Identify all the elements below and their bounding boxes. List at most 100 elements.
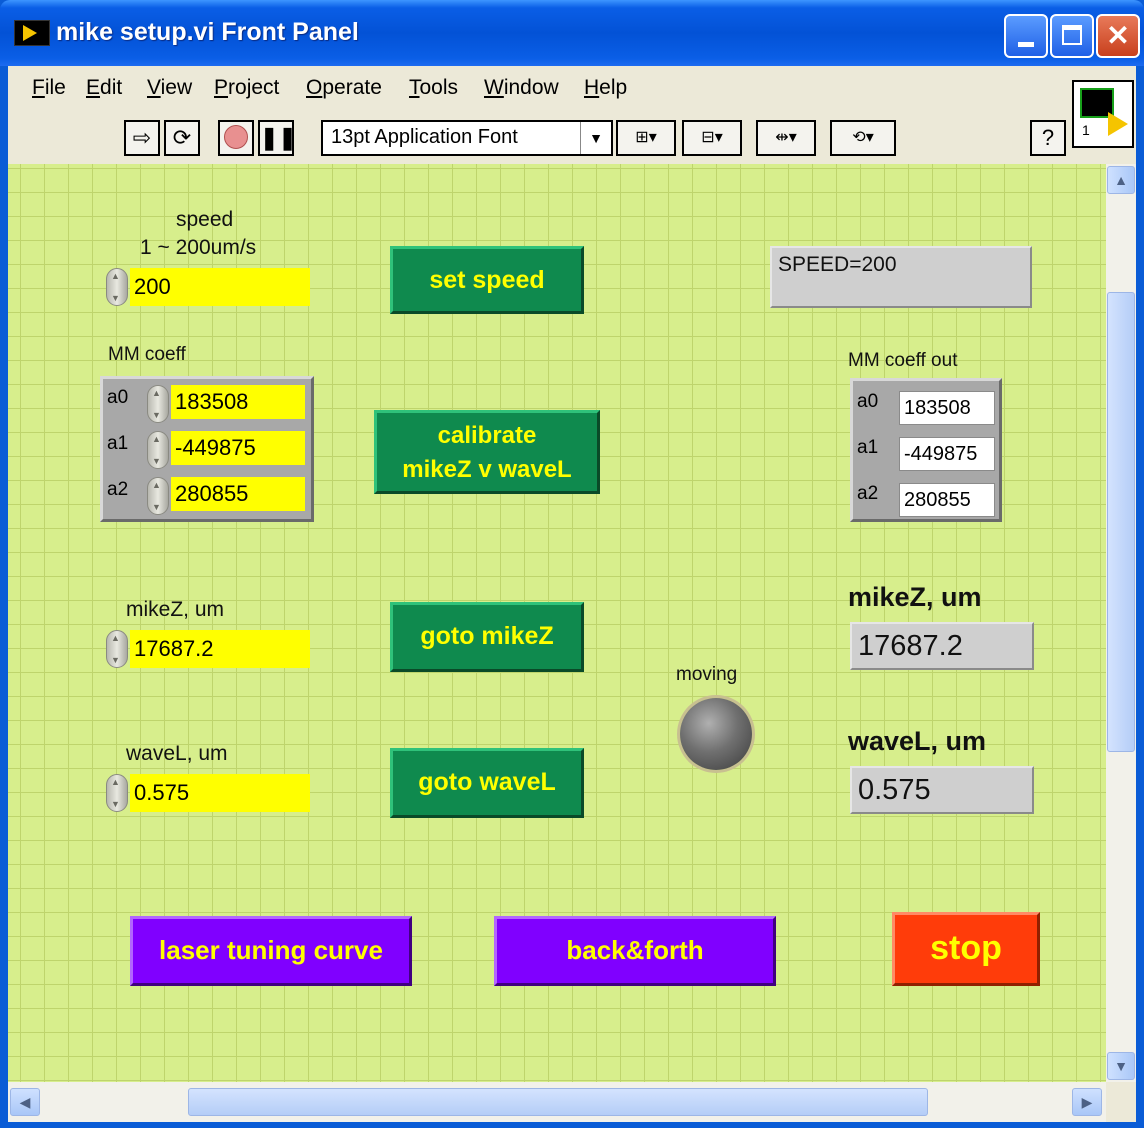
resize-objects-icon: ⇹▾ — [775, 129, 797, 146]
menu-help-accel: H — [584, 76, 600, 99]
mm-coeff-out-a2-value: 280855 — [899, 483, 995, 517]
stop-button[interactable]: stop — [892, 912, 1040, 986]
vi-icon[interactable]: 1 — [1072, 80, 1134, 148]
menu-file[interactable]: File — [32, 76, 66, 100]
pause-button[interactable]: ❚❚ — [258, 120, 297, 156]
menu-operate-accel: O — [306, 76, 323, 99]
mm-coeff-a0-spinner[interactable] — [147, 385, 169, 423]
moving-label: moving — [676, 664, 738, 685]
goto-mikez-button[interactable]: goto mikeZ — [390, 602, 584, 672]
mm-coeff-a2-input[interactable]: 280855 — [171, 477, 305, 511]
wavel-spinner[interactable] — [106, 774, 128, 812]
mm-coeff-a1-input[interactable]: -449875 — [171, 431, 305, 465]
context-help-button[interactable]: ? — [1030, 120, 1066, 156]
maximize-button[interactable] — [1050, 14, 1094, 58]
menu-tools[interactable]: Tools — [409, 76, 458, 100]
mm-coeff-label: MM coeff — [108, 344, 186, 365]
horizontal-scroll-thumb[interactable] — [188, 1088, 928, 1116]
menu-view-label: iew — [160, 76, 193, 99]
align-objects-icon: ⊞▾ — [635, 129, 657, 146]
abort-button[interactable] — [218, 120, 254, 156]
menu-help[interactable]: Help — [584, 76, 627, 100]
mm-coeff-out-a1-value: -449875 — [899, 437, 995, 471]
mikez-label: mikeZ, um — [126, 598, 225, 621]
mm-coeff-a0-input[interactable]: 183508 — [171, 385, 305, 419]
chevron-down-icon: ▼ — [580, 122, 611, 154]
labview-window: mike setup.vi Front Panel ✕ File Edit Vi… — [0, 0, 1144, 1128]
vi-icon-number: 1 — [1082, 122, 1090, 138]
mm-coeff-a1-label: a1 — [107, 433, 129, 454]
menu-view-accel: V — [147, 76, 161, 99]
mm-coeff-a2-spinner[interactable] — [147, 477, 169, 515]
maximize-icon — [1062, 25, 1082, 45]
menu-project[interactable]: Project — [214, 76, 279, 100]
mm-coeff-a2-control: 280855 — [147, 477, 309, 515]
scroll-right-icon[interactable]: ▶ — [1072, 1088, 1102, 1116]
mikez-out-label: mikeZ, um — [848, 582, 982, 612]
menu-window[interactable]: Window — [484, 76, 559, 100]
wavel-out-value: 0.575 — [850, 766, 1034, 814]
distribute-objects-icon: ⊟▾ — [701, 129, 723, 146]
run-continuously-icon: ⟳ — [172, 125, 192, 150]
font-select-value: 13pt Application Font — [331, 126, 518, 148]
menu-edit-label: dit — [100, 76, 123, 99]
mikez-spinner[interactable] — [106, 630, 128, 668]
reorder-icon: ⟲▾ — [852, 129, 874, 146]
resize-grip[interactable] — [1106, 1082, 1136, 1122]
tool-bar: ⇨ ⟳ ❚❚ 13pt Application Font ▼ ⊞▾ ⊟▾ ⇹▾ … — [8, 112, 1136, 165]
scroll-down-icon[interactable]: ▼ — [1107, 1052, 1135, 1080]
set-speed-button[interactable]: set speed — [390, 246, 584, 314]
vi-run-arrow-icon — [1108, 112, 1128, 136]
mm-coeff-a0-control: 183508 — [147, 385, 309, 423]
help-question-icon: ? — [1041, 125, 1055, 150]
mikez-input[interactable]: 17687.2 — [130, 630, 310, 668]
mm-coeff-a2-label: a2 — [107, 479, 129, 500]
reorder-button[interactable]: ⟲▾ — [830, 120, 896, 156]
mikez-control: 17687.2 — [106, 630, 316, 668]
font-select[interactable]: 13pt Application Font ▼ — [321, 120, 613, 156]
run-continuously-button[interactable]: ⟳ — [164, 120, 200, 156]
menu-tools-label: ools — [419, 76, 459, 99]
wavel-input[interactable]: 0.575 — [130, 774, 310, 812]
goto-wavel-button[interactable]: goto waveL — [390, 748, 584, 818]
menu-view[interactable]: View — [147, 76, 192, 100]
speed-readout: SPEED=200 — [770, 246, 1032, 308]
close-button[interactable]: ✕ — [1096, 14, 1140, 58]
mm-coeff-out-a0-value: 183508 — [899, 391, 995, 425]
vertical-scroll-thumb[interactable] — [1107, 292, 1135, 752]
mm-coeff-out-label: MM coeff out — [848, 350, 958, 371]
wavel-control: 0.575 — [106, 774, 316, 812]
menu-tools-accel: T — [409, 76, 420, 99]
menu-edit-accel: E — [86, 76, 101, 99]
calibrate-button[interactable]: calibrate mikeZ v waveL — [374, 410, 600, 494]
speed-range-label: 1 ~ 200um/s — [140, 236, 257, 259]
menu-operate[interactable]: Operate — [306, 76, 382, 100]
distribute-objects-button[interactable]: ⊟▾ — [682, 120, 742, 156]
title-bar[interactable]: mike setup.vi Front Panel ✕ — [0, 0, 1144, 66]
speed-control: 200 — [106, 268, 316, 306]
abort-icon — [220, 122, 252, 154]
mm-coeff-a1-spinner[interactable] — [147, 431, 169, 469]
minimize-button[interactable] — [1004, 14, 1048, 58]
speed-spinner[interactable] — [106, 268, 128, 306]
menu-project-accel: P — [214, 76, 229, 99]
labview-run-icon — [14, 20, 50, 46]
align-objects-button[interactable]: ⊞▾ — [616, 120, 676, 156]
scroll-left-icon[interactable]: ◀ — [10, 1088, 40, 1116]
wavel-label: waveL, um — [126, 742, 228, 765]
run-button[interactable]: ⇨ — [124, 120, 160, 156]
vertical-scrollbar[interactable]: ▲ ▼ — [1106, 164, 1136, 1082]
menu-operate-label: perate — [322, 76, 382, 99]
menu-edit[interactable]: Edit — [86, 76, 122, 100]
scroll-up-icon[interactable]: ▲ — [1107, 166, 1135, 194]
menu-window-accel: W — [484, 76, 504, 99]
run-arrow-icon: ⇨ — [132, 125, 152, 150]
laser-tuning-curve-button[interactable]: laser tuning curve — [130, 916, 412, 986]
calibrate-button-line2: mikeZ v waveL — [402, 456, 572, 483]
menu-file-accel: F — [32, 76, 45, 99]
menu-project-label: roject — [228, 76, 280, 99]
resize-objects-button[interactable]: ⇹▾ — [756, 120, 816, 156]
speed-input[interactable]: 200 — [130, 268, 310, 306]
horizontal-scrollbar[interactable]: ◀ ▶ — [8, 1082, 1106, 1122]
back-and-forth-button[interactable]: back&forth — [494, 916, 776, 986]
